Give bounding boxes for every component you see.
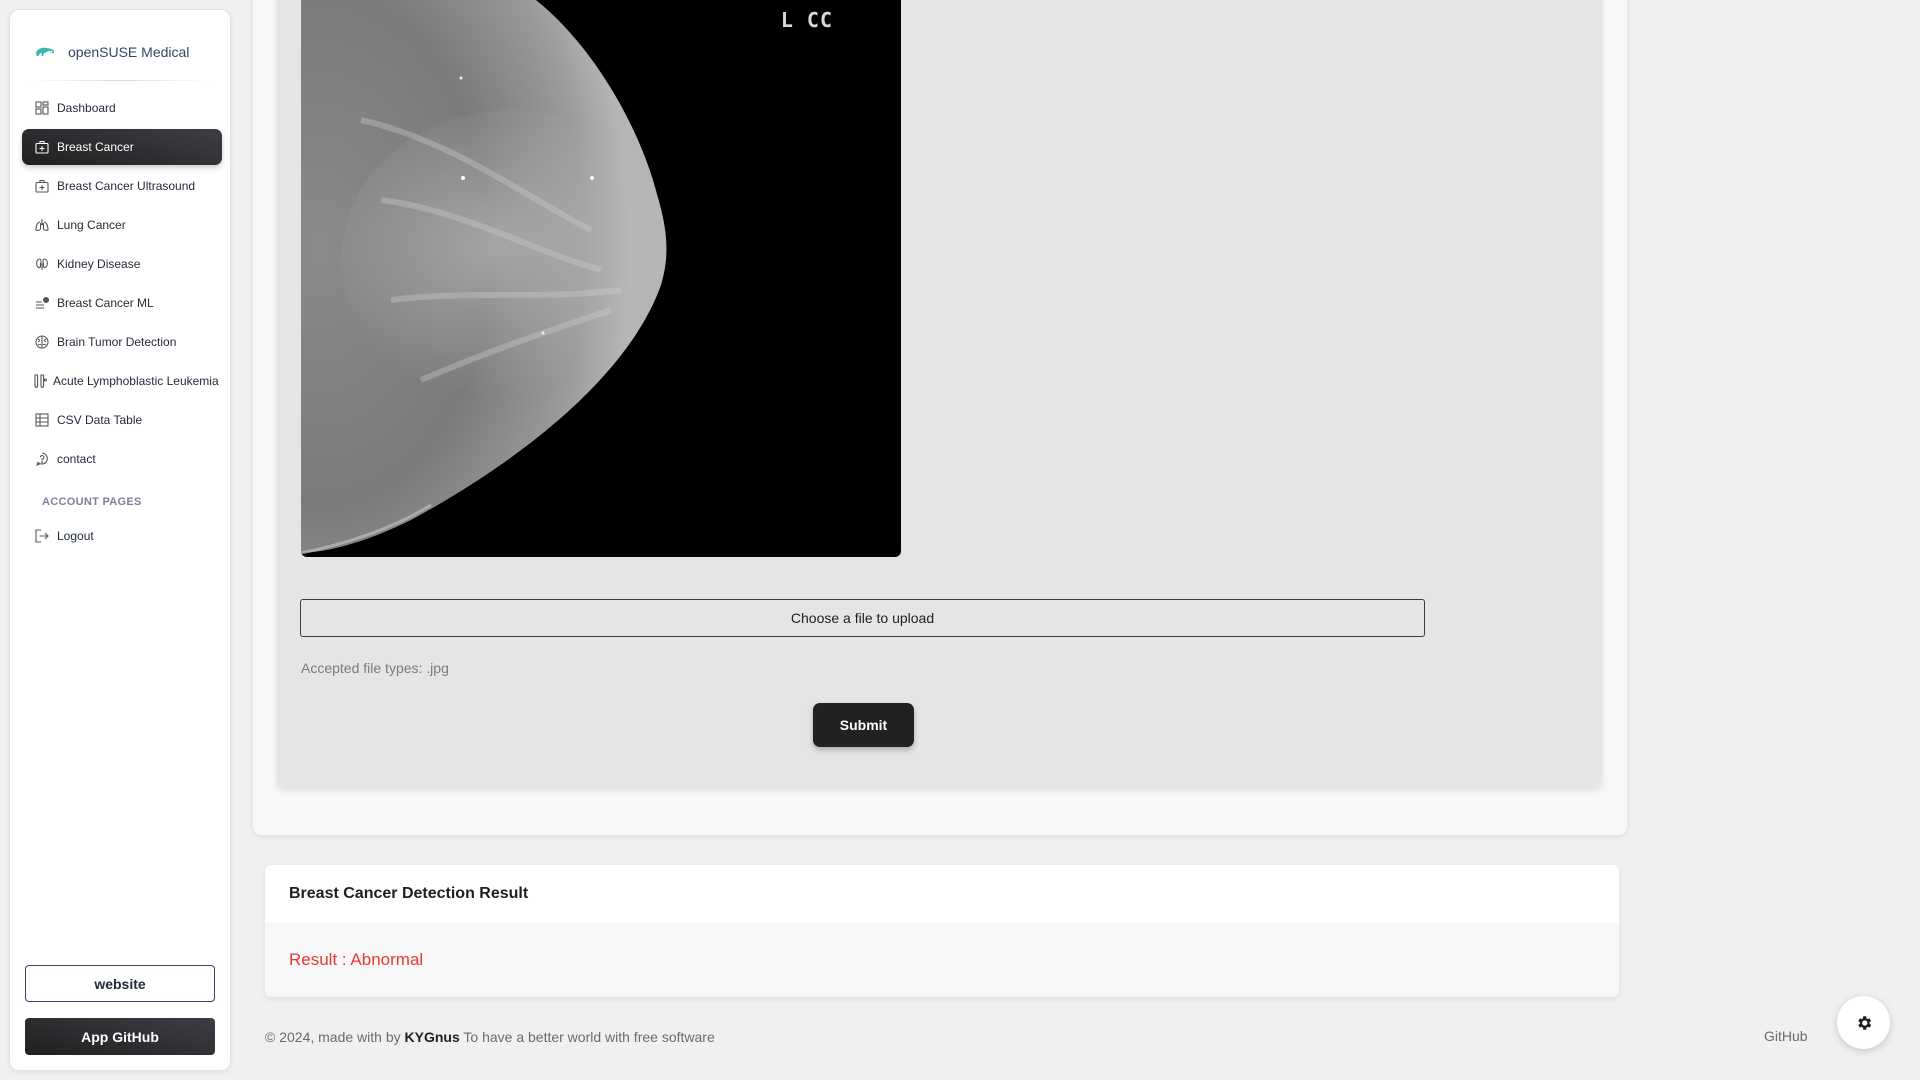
opensuse-logo-icon bbox=[36, 47, 55, 56]
result-title: Breast Cancer Detection Result bbox=[265, 865, 1619, 923]
sidebar-item-label: Acute Lymphoblastic Leukemia bbox=[53, 374, 219, 388]
mammogram-image bbox=[301, 0, 681, 555]
image-view-label: L CC bbox=[780, 8, 833, 32]
sidebar-item-label: Dashboard bbox=[57, 101, 116, 115]
brand-divider bbox=[30, 80, 210, 81]
sidebar-item-brain-tumor-detection[interactable]: Brain Tumor Detection bbox=[22, 324, 222, 360]
sidebar: openSUSE Medical Dashboard Breast Cancer… bbox=[9, 9, 231, 1071]
sidebar-item-breast-cancer[interactable]: Breast Cancer bbox=[22, 129, 222, 165]
sidebar-item-label: Breast Cancer ML bbox=[57, 296, 154, 310]
test-tubes-icon bbox=[33, 374, 47, 388]
dashboard-icon bbox=[35, 101, 49, 115]
lungs-icon bbox=[35, 218, 49, 232]
result-card: Breast Cancer Detection Result Result : … bbox=[265, 865, 1619, 997]
result-text: Result : Abnormal bbox=[289, 950, 424, 969]
sidebar-item-kidney-disease[interactable]: Kidney Disease bbox=[22, 246, 222, 282]
brain-icon bbox=[35, 335, 49, 349]
sidebar-item-acute-lymphoblastic-leukemia[interactable]: Acute Lymphoblastic Leukemia bbox=[22, 363, 222, 399]
gear-icon bbox=[1857, 1015, 1871, 1030]
sidebar-item-breast-cancer-ml[interactable]: Breast Cancer ML bbox=[22, 285, 222, 321]
kidney-icon bbox=[35, 257, 49, 271]
sidebar-item-label: Breast Cancer Ultrasound bbox=[57, 179, 196, 193]
sidebar-item-label: Lung Cancer bbox=[57, 218, 126, 232]
medical-case-icon bbox=[35, 140, 49, 154]
sidebar-item-label: contact bbox=[57, 452, 96, 466]
help-icon bbox=[35, 452, 49, 466]
accepted-file-types: Accepted file types: .jpg bbox=[301, 660, 449, 676]
sidebar-item-breast-cancer-ultrasound[interactable]: Breast Cancer Ultrasound bbox=[22, 168, 222, 204]
brand-name: openSUSE Medical bbox=[68, 44, 190, 60]
website-button[interactable]: website bbox=[25, 965, 215, 1002]
sidebar-item-csv-data-table[interactable]: CSV Data Table bbox=[22, 402, 222, 438]
ml-list-icon bbox=[35, 296, 49, 310]
sidebar-item-contact[interactable]: contact bbox=[22, 441, 222, 477]
sidebar-item-lung-cancer[interactable]: Lung Cancer bbox=[22, 207, 222, 243]
submit-button[interactable]: Submit bbox=[813, 703, 914, 747]
footer-suffix: To have a better world with free softwar… bbox=[463, 1029, 715, 1045]
footer-copyright: © 2024, made with by KYGnus To have a be… bbox=[265, 1029, 715, 1045]
sidebar-nav: Dashboard Breast Cancer Breast Cancer Ul… bbox=[22, 90, 222, 557]
brand[interactable]: openSUSE Medical bbox=[34, 32, 189, 72]
sidebar-item-label: CSV Data Table bbox=[57, 413, 143, 427]
app-github-button[interactable]: App GitHub bbox=[25, 1018, 215, 1055]
table-icon bbox=[35, 413, 49, 427]
sidebar-item-label: Brain Tumor Detection bbox=[57, 335, 177, 349]
sidebar-item-dashboard[interactable]: Dashboard bbox=[22, 90, 222, 126]
footer-github-link[interactable]: GitHub bbox=[1764, 1028, 1808, 1044]
footer-author-link[interactable]: KYGnus bbox=[405, 1029, 460, 1045]
logout-icon bbox=[35, 529, 49, 543]
mammogram-preview-image: L CC bbox=[301, 0, 901, 557]
footer-prefix: © 2024, made with by bbox=[265, 1029, 401, 1045]
sidebar-item-label: Kidney Disease bbox=[57, 257, 141, 271]
settings-button[interactable] bbox=[1837, 996, 1890, 1049]
section-label-account-pages: ACCOUNT PAGES bbox=[42, 496, 142, 508]
sidebar-item-label: Logout bbox=[57, 529, 94, 543]
medical-case-icon bbox=[35, 179, 49, 193]
sidebar-item-logout[interactable]: Logout bbox=[22, 518, 222, 554]
sidebar-item-label: Breast Cancer bbox=[57, 140, 134, 154]
file-upload-input[interactable]: Choose a file to upload bbox=[300, 599, 1425, 637]
